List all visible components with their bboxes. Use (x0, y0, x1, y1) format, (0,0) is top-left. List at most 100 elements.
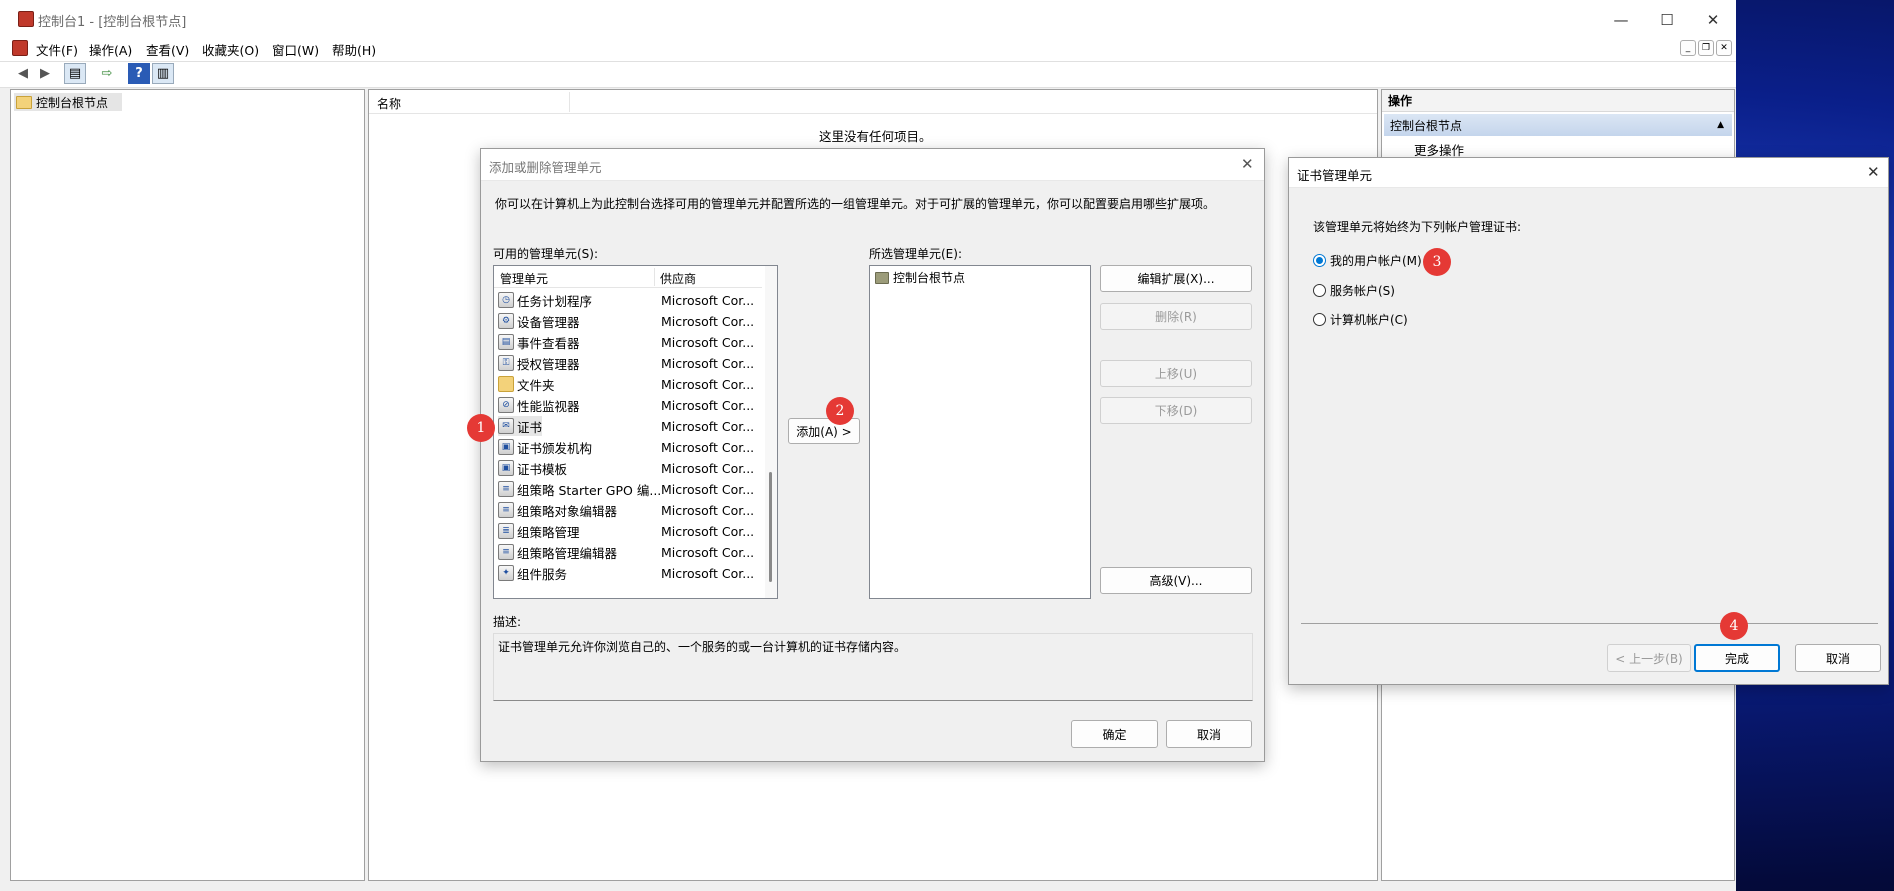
available-snapin-row[interactable]: ⊘ 性能监视器 Microsoft Cor... (494, 395, 762, 415)
menu-view[interactable]: 查看(V) (146, 40, 189, 59)
snapin-vendor: Microsoft Cor... (661, 292, 755, 308)
snapin-cancel-button[interactable]: 取消 (1166, 720, 1252, 748)
show-action-pane-icon[interactable]: ▥ (152, 63, 174, 84)
available-snapin-row[interactable]: ▤ 事件查看器 Microsoft Cor... (494, 332, 762, 352)
snapin-name: 授权管理器 (517, 356, 580, 372)
advanced-label: 高级(V)... (1149, 574, 1203, 588)
collapse-triangle-icon: ▲ (1717, 120, 1724, 130)
snapin-name: 证书颁发机构 (517, 440, 593, 456)
mdi-close-icon[interactable]: ✕ (1716, 40, 1732, 56)
tree-root-label: 控制台根节点 (36, 95, 109, 110)
snapin-vendor: Microsoft Cor... (661, 376, 755, 392)
mdi-minimize-icon[interactable]: _ (1680, 40, 1696, 56)
available-scrollbar[interactable] (765, 266, 777, 598)
available-snapins-list[interactable]: 管理单元 供应商 ◷ 任务计划程序 Microsoft Cor... ⚙ 设备管理器 Mi… (493, 265, 778, 599)
mdi-controls: _ ❐ ✕ (1680, 40, 1732, 56)
move-up-button[interactable]: 上移(U) (1100, 360, 1252, 387)
radio-service-label: 服务帐户(S) (1330, 284, 1395, 298)
step-badge-2: 2 (826, 397, 854, 425)
ok-label: 确定 (1102, 727, 1127, 742)
minimize-button[interactable]: — (1598, 0, 1644, 40)
description-box: 证书管理单元允许你浏览自己的、一个服务的或一台计算机的证书存储内容。 (493, 633, 1253, 701)
edit-extensions-button[interactable]: 编辑扩展(X)... (1100, 265, 1252, 292)
ok-button[interactable]: 确定 (1071, 720, 1158, 748)
col-vendor-header[interactable]: 供应商 (660, 270, 696, 287)
show-tree-icon[interactable]: ▤ (64, 63, 86, 84)
cert-cancel-button[interactable]: 取消 (1795, 644, 1881, 672)
advanced-button[interactable]: 高级(V)... (1100, 567, 1252, 594)
performance-icon: ⊘ (498, 397, 514, 413)
radio-unselected-icon (1313, 284, 1326, 297)
available-snapin-row[interactable]: ✉ 证书 Microsoft Cor... (494, 416, 762, 436)
back-button[interactable]: < 上一步(B) (1607, 644, 1691, 672)
snapin-dialog-intro: 你可以在计算机上为此控制台选择可用的管理单元并配置所选的一组管理单元。对于可扩展… (495, 197, 1216, 211)
available-snapin-row[interactable]: ≡ 组策略对象编辑器 Microsoft Cor... (494, 500, 762, 520)
available-label: 可用的管理单元(S): (493, 247, 599, 261)
available-snapin-row[interactable]: ✦ 组件服务 Microsoft Cor... (494, 563, 762, 583)
available-snapin-row[interactable]: ▣ 证书颁发机构 Microsoft Cor... (494, 437, 762, 457)
step-badge-4: 4 (1720, 612, 1748, 640)
back-arrow-icon[interactable]: ◀ (12, 63, 34, 84)
cert-cancel-label: 取消 (1825, 651, 1850, 666)
actions-section[interactable]: 控制台根节点 ▲ (1384, 114, 1732, 136)
available-snapin-row[interactable]: ≡ 组策略管理编辑器 Microsoft Cor... (494, 542, 762, 562)
available-snapin-row[interactable]: 文件夹 Microsoft Cor... (494, 374, 762, 394)
radio-service-account[interactable]: 服务帐户(S) (1313, 282, 1395, 299)
snapin-name: 事件查看器 (517, 335, 580, 351)
folder-icon (498, 376, 514, 392)
column-name-header[interactable]: 名称 (377, 95, 401, 112)
available-snapin-row[interactable]: ≣ 组策略管理 Microsoft Cor... (494, 521, 762, 541)
window-title: 控制台1 - [控制台根节点] (38, 15, 187, 30)
menu-action[interactable]: 操作(A) (89, 40, 132, 59)
cert-authority-icon: ▣ (498, 439, 514, 455)
snapin-vendor: Microsoft Cor... (661, 523, 755, 539)
selected-item[interactable]: 控制台根节点 (875, 269, 965, 286)
mdi-restore-icon[interactable]: ❐ (1698, 40, 1714, 56)
cert-dialog-close-icon[interactable]: ✕ (1867, 163, 1880, 181)
menu-help[interactable]: 帮助(H) (332, 40, 376, 59)
scrollbar-thumb[interactable] (769, 472, 772, 582)
radio-computer-account[interactable]: 计算机帐户(C) (1313, 311, 1408, 328)
remove-label: 删除(R) (1155, 310, 1197, 324)
maximize-icon: ☐ (1660, 11, 1674, 29)
col-snapin-header[interactable]: 管理单元 (500, 270, 548, 287)
add-button[interactable]: 添加(A) > (788, 418, 860, 444)
cert-dialog-title: 证书管理单元 (1297, 168, 1373, 183)
radio-my-user-account[interactable]: 我的用户帐户(M) (1313, 252, 1422, 269)
tree-pane: 控制台根节点 (10, 89, 365, 881)
menu-file[interactable]: 文件(F) (36, 40, 78, 59)
event-viewer-icon: ▤ (498, 334, 514, 350)
menu-favorites[interactable]: 收藏夹(O) (202, 40, 259, 59)
snapin-vendor: Microsoft Cor... (661, 355, 755, 371)
forward-arrow-icon[interactable]: ▶ (34, 63, 56, 84)
snapin-name: 性能监视器 (517, 398, 580, 414)
tree-root-node[interactable]: 控制台根节点 (14, 93, 122, 111)
title-bar: 控制台1 - [控制台根节点] — ☐ ✕ (0, 0, 1736, 40)
export-list-icon[interactable]: ⇨ (96, 63, 118, 84)
available-snapin-row[interactable]: ▣ 证书模板 Microsoft Cor... (494, 458, 762, 478)
remove-button[interactable]: 删除(R) (1100, 303, 1252, 330)
finish-button[interactable]: 完成 (1694, 644, 1780, 672)
add-button-label: 添加(A) > (796, 424, 852, 439)
policy-mgmt-icon: ≣ (498, 523, 514, 539)
empty-message: 这里没有任何项目。 (819, 129, 932, 144)
move-down-button[interactable]: 下移(D) (1100, 397, 1252, 424)
move-up-label: 上移(U) (1154, 367, 1198, 381)
toolbar (0, 61, 1736, 88)
close-button[interactable]: ✕ (1690, 0, 1736, 40)
available-snapin-row[interactable]: ◷ 任务计划程序 Microsoft Cor... (494, 290, 762, 310)
snapin-dialog-close-icon[interactable]: ✕ (1241, 155, 1254, 173)
menu-window[interactable]: 窗口(W) (272, 40, 319, 59)
available-snapin-row[interactable]: ≡ 组策略 Starter GPO 编... Microsoft Cor... (494, 479, 762, 499)
snapin-name: 组策略管理 (517, 524, 580, 540)
actions-header-label: 操作 (1388, 94, 1413, 108)
available-snapin-row[interactable]: ⚿ 授权管理器 Microsoft Cor... (494, 353, 762, 373)
actions-section-label: 控制台根节点 (1390, 118, 1463, 133)
help-icon[interactable]: ? (128, 63, 150, 84)
available-snapin-row[interactable]: ⚙ 设备管理器 Microsoft Cor... (494, 311, 762, 331)
maximize-button[interactable]: ☐ (1644, 0, 1690, 40)
back-label: < 上一步(B) (1615, 651, 1683, 666)
step-badge-2-label: 2 (835, 403, 845, 419)
selected-snapins-list[interactable]: 控制台根节点 (869, 265, 1091, 599)
snapin-vendor: Microsoft Cor... (661, 502, 755, 518)
